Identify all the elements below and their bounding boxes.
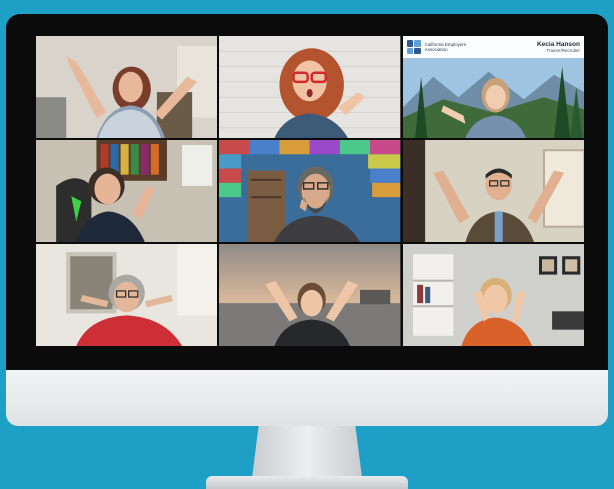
virtual-background-banner: California Employers Association Kecia H… (402, 36, 584, 58)
monitor-stand-base (206, 476, 408, 489)
video-gallery-grid: California Employers Association Kecia H… (36, 36, 584, 346)
participant-tile-5[interactable] (219, 140, 401, 242)
company-logo-icon (406, 40, 421, 54)
participant-video-7 (36, 244, 218, 346)
participant-tile-6[interactable] (402, 140, 584, 242)
participant-tile-1[interactable] (36, 36, 218, 138)
participant-tile-3[interactable]: California Employers Association Kecia H… (402, 36, 584, 138)
participant-tile-2[interactable] (219, 36, 401, 138)
participant-video-8 (219, 244, 401, 346)
participant-tile-7[interactable] (36, 244, 218, 346)
participant-video-6 (402, 140, 584, 242)
participant-video-4 (36, 140, 218, 242)
participant-video-9 (402, 244, 584, 346)
participant-tile-8[interactable] (219, 244, 401, 346)
participant-tile-9[interactable] (402, 244, 584, 346)
organization-name: California Employers Association (424, 42, 467, 52)
participant-tile-4[interactable] (36, 140, 218, 242)
presenter-info: Kecia Hanson Trainer/Recruiter (537, 41, 580, 54)
participant-video-5 (219, 140, 401, 242)
monitor-chin (6, 370, 608, 426)
presenter-name: Kecia Hanson (536, 40, 580, 48)
monitor-stand-neck (252, 426, 362, 478)
participant-video-1 (36, 36, 218, 138)
participant-video-2 (219, 36, 401, 138)
presenter-title: Trainer/Recruiter (546, 47, 580, 53)
